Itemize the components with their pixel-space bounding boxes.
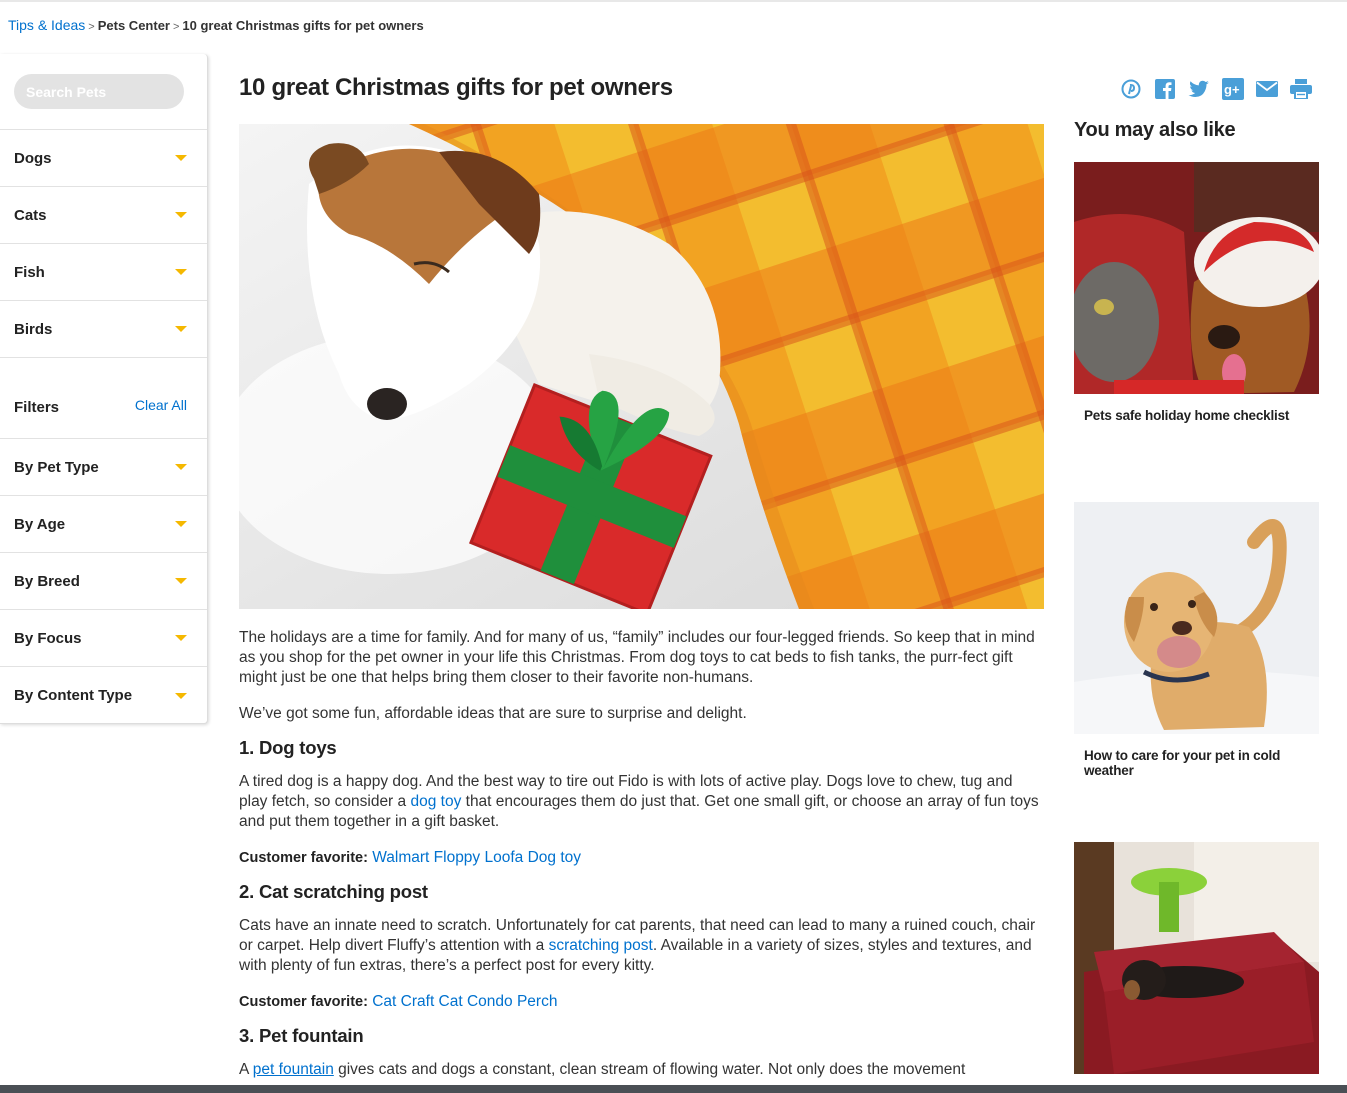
window-bottom-bar	[0, 1085, 1347, 1093]
section-paragraph: A pet fountain gives cats and dogs a con…	[239, 1060, 1044, 1080]
chevron-down-icon	[175, 326, 187, 332]
section-text: A	[239, 1061, 253, 1078]
related-article-card[interactable]: Pets safe holiday home checklist	[1074, 162, 1319, 423]
search-input[interactable]	[14, 74, 184, 109]
filter-by-age[interactable]: By Age	[0, 496, 207, 553]
dachshund-in-pet-bed-image	[1074, 842, 1319, 1074]
breadcrumb-tips-ideas[interactable]: Tips & Ideas	[8, 17, 85, 33]
filter-label: By Age	[14, 515, 66, 533]
favorite-product-link[interactable]: Walmart Floppy Loofa Dog toy	[372, 849, 581, 866]
chevron-down-icon	[175, 692, 187, 699]
related-article-card[interactable]	[1074, 842, 1319, 1074]
chevron-down-icon	[175, 155, 187, 161]
favorite-product-link[interactable]: Cat Craft Cat Condo Perch	[372, 993, 557, 1010]
section-text: gives cats and dogs a constant, clean st…	[333, 1061, 966, 1078]
dog-toy-link[interactable]: dog toy	[410, 793, 461, 810]
filter-by-focus[interactable]: By Focus	[0, 610, 207, 667]
filters-label: Filters	[14, 398, 60, 416]
cat-and-dog-in-santa-hat-image	[1074, 162, 1319, 394]
breadcrumb-current: 10 great Christmas gifts for pet owners	[182, 18, 424, 33]
sleeping-dog-with-gift-image	[239, 124, 1044, 609]
filters-header: Filters Clear All	[0, 358, 207, 439]
svg-text:g+: g+	[1224, 82, 1240, 97]
related-article-card[interactable]: How to care for your pet in cold weather	[1074, 502, 1319, 778]
chevron-down-icon	[175, 269, 187, 275]
breadcrumb-separator: >	[88, 21, 95, 33]
print-icon[interactable]	[1290, 78, 1312, 100]
sidebar-item-dogs[interactable]: Dogs	[0, 130, 207, 187]
filter-by-pet-type[interactable]: By Pet Type	[0, 439, 207, 496]
filter-label: By Breed	[14, 572, 80, 590]
share-bar: g+	[1120, 78, 1312, 100]
breadcrumb-separator: >	[172, 21, 180, 33]
sidebar-item-label: Fish	[14, 263, 45, 281]
facebook-icon[interactable]	[1154, 78, 1176, 100]
related-article-title: How to care for your pet in cold weather	[1084, 748, 1281, 778]
sidebar-item-label: Cats	[14, 206, 47, 224]
chevron-down-icon	[175, 212, 187, 218]
filter-label: By Content Type	[14, 687, 133, 704]
breadcrumb: Tips & Ideas > Pets Center >10 great Christ…	[8, 17, 424, 33]
clear-all-link[interactable]: Clear All	[135, 397, 187, 413]
customer-favorite-label: Customer favorite:	[239, 994, 368, 1010]
chevron-down-icon	[175, 578, 187, 584]
sidebar: Dogs Cats Fish Birds Filters Clear All B…	[0, 54, 208, 724]
customer-favorite: Customer favorite: Walmart Floppy Loofa …	[239, 848, 1044, 868]
pet-fountain-link[interactable]: pet fountain	[253, 1061, 334, 1078]
sidebar-item-label: Dogs	[14, 149, 52, 167]
filter-label: By Pet Type	[14, 458, 99, 476]
sidebar-item-label: Birds	[14, 320, 53, 338]
chevron-down-icon	[175, 635, 187, 641]
intro-paragraph: We’ve got some fun, affordable ideas tha…	[239, 705, 747, 722]
customer-favorite: Customer favorite: Cat Craft Cat Condo P…	[239, 992, 1044, 1012]
scratching-post-link[interactable]: scratching post	[549, 937, 653, 954]
sidebar-item-fish[interactable]: Fish	[0, 244, 207, 301]
section-heading: 3. Pet fountain	[239, 1025, 364, 1046]
email-icon[interactable]	[1256, 78, 1278, 100]
pinterest-icon[interactable]	[1120, 78, 1142, 100]
chevron-down-icon	[175, 521, 187, 527]
you-may-also-like-heading: You may also like	[1074, 119, 1236, 141]
section-paragraph: A tired dog is a happy dog. And the best…	[239, 772, 1044, 832]
labrador-in-snow-image	[1074, 502, 1319, 734]
section-paragraph: Cats have an innate need to scratch. Unf…	[239, 916, 1044, 976]
intro-paragraph: The holidays are a time for family. And …	[239, 629, 1035, 686]
google-plus-icon[interactable]: g+	[1222, 78, 1244, 100]
filter-label: By Focus	[14, 629, 82, 647]
top-border	[0, 0, 1347, 2]
related-article-title: Pets safe holiday home checklist	[1084, 408, 1290, 423]
sidebar-item-birds[interactable]: Birds	[0, 301, 207, 358]
sidebar-item-cats[interactable]: Cats	[0, 187, 207, 244]
article-body: The holidays are a time for family. And …	[239, 628, 1044, 1093]
filter-by-breed[interactable]: By Breed	[0, 553, 207, 610]
breadcrumb-pets-center[interactable]: Pets Center	[98, 18, 170, 33]
search-container	[0, 54, 207, 130]
section-heading: 1. Dog toys	[239, 737, 337, 758]
section-heading: 2. Cat scratching post	[239, 881, 428, 902]
filter-by-content-type[interactable]: By Content Type	[0, 667, 207, 724]
customer-favorite-label: Customer favorite:	[239, 850, 368, 866]
page-title: 10 great Christmas gifts for pet owners	[239, 74, 673, 101]
chevron-down-icon	[175, 464, 187, 470]
twitter-icon[interactable]	[1188, 78, 1210, 100]
